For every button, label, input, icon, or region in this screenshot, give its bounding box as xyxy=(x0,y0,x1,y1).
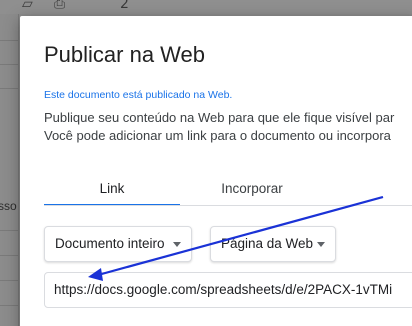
document-scope-select[interactable]: Documento inteiro xyxy=(44,226,192,262)
published-notice: Este documento está publicado na Web. xyxy=(44,89,233,101)
dialog-title: Publicar na Web xyxy=(44,42,206,67)
grid-column-line xyxy=(18,14,19,326)
tab-embed[interactable]: Incorporar xyxy=(182,172,322,206)
publish-format-value: Página da Web xyxy=(221,236,314,251)
tab-label: Incorporar xyxy=(221,181,283,196)
spreadsheet-toolbar: ▱ ⎙ 2 xyxy=(0,0,412,14)
document-scope-value: Documento inteiro xyxy=(55,236,165,251)
description-line: Publique seu conteúdo na Web para que el… xyxy=(44,110,395,125)
published-url-text: https://docs.google.com/spreadsheets/d/e… xyxy=(54,282,393,297)
format-icon: 2 xyxy=(120,0,129,12)
dialog-description: Publique seu conteúdo na Web para que el… xyxy=(44,109,394,145)
publish-format-select[interactable]: Página da Web xyxy=(210,226,336,262)
toolbar-icon: ▱ xyxy=(22,0,33,12)
grid-line xyxy=(0,255,18,256)
description-line: Você pode adicionar um link para o docum… xyxy=(44,128,391,143)
grid-line xyxy=(0,64,18,65)
published-url-field[interactable]: https://docs.google.com/spreadsheets/d/e… xyxy=(44,272,412,308)
tab-label: Link xyxy=(99,181,125,196)
caret-down-icon xyxy=(317,242,325,247)
grid-line xyxy=(0,40,18,41)
publish-to-web-dialog: Publicar na Web Este documento está publ… xyxy=(20,16,412,326)
tabs-divider xyxy=(44,205,412,206)
grid-line xyxy=(0,305,18,306)
cell-text: sso xyxy=(0,199,17,213)
tab-link[interactable]: Link xyxy=(44,172,180,206)
print-icon: ⎙ xyxy=(54,0,66,12)
tab-bar: Link Incorporar xyxy=(44,172,412,206)
grid-line xyxy=(0,230,18,231)
grid-line xyxy=(0,280,18,281)
caret-down-icon xyxy=(173,242,181,247)
grid-line xyxy=(0,88,18,89)
